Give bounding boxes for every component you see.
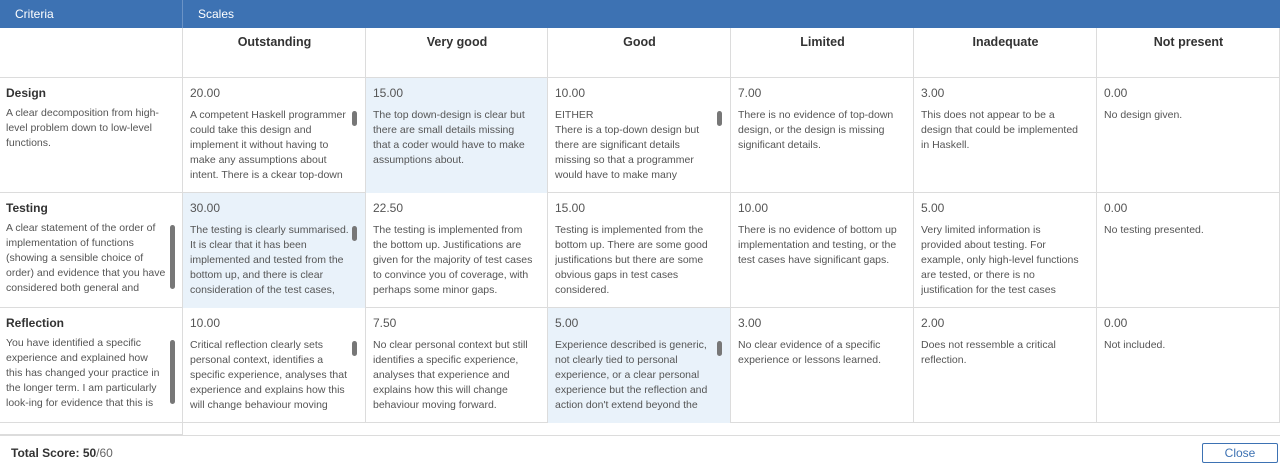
criterion-row-testing: Testing A clear statement of the order of… xyxy=(0,193,1280,308)
scale-outstanding: Outstanding xyxy=(237,35,312,49)
rating-score: 5.00 xyxy=(921,201,945,215)
rating-description: No design given. xyxy=(1104,109,1183,121)
total-score-value: 50 xyxy=(82,446,97,460)
rating-cell-not-present[interactable]: 0.00 Not included. xyxy=(1097,308,1279,423)
scale-inadequate: Inadequate xyxy=(972,35,1039,49)
rating-description: No testing presented. xyxy=(1104,224,1204,236)
rating-cell-not-present[interactable]: 0.00 No design given. xyxy=(1097,78,1279,193)
cell-scrollbar[interactable] xyxy=(352,226,357,241)
rating-description: There is no evidence of top-down design,… xyxy=(738,109,894,151)
rating-cell-limited[interactable]: 7.00 There is no evidence of top-down des… xyxy=(731,78,913,193)
rating-cell-limited[interactable]: 3.00 No clear evidence of a specific expe… xyxy=(731,308,913,423)
rating-description: No clear evidence of a specific experien… xyxy=(738,339,882,366)
rating-score: 0.00 xyxy=(1104,86,1128,100)
header-divider xyxy=(182,0,183,28)
cell-scrollbar[interactable] xyxy=(717,341,722,356)
criterion-scrollbar[interactable] xyxy=(170,225,175,289)
rating-description: Not included. xyxy=(1104,339,1166,351)
scale-limited: Limited xyxy=(800,35,845,49)
scale-very-good: Very good xyxy=(426,35,488,49)
rating-score: 22.50 xyxy=(373,201,404,215)
rating-score: 5.00 xyxy=(555,316,579,330)
criterion-title: Testing xyxy=(6,201,48,215)
rating-score: 3.00 xyxy=(738,316,762,330)
rating-cell-inadequate[interactable]: 2.00 Does not ressemble a critical reflec… xyxy=(914,308,1096,423)
rating-score: 3.00 xyxy=(921,86,945,100)
rating-description: The top down-design is clear but there a… xyxy=(373,109,525,166)
rating-description: Critical reflection clearly sets persona… xyxy=(190,339,348,411)
criterion-description: A clear statement of the order of implem… xyxy=(6,222,166,294)
criterion-design: Design A clear decomposition from high-le… xyxy=(0,78,182,193)
rating-description: A competent Haskell programmer could tak… xyxy=(190,109,346,181)
criteria-header: Criteria xyxy=(15,7,54,21)
rating-score: 2.00 xyxy=(921,316,945,330)
rating-score: 7.00 xyxy=(738,86,762,100)
rating-description: EITHER There is a top-down design but th… xyxy=(555,109,700,181)
rating-description: Does not ressemble a critical reflection… xyxy=(921,339,1056,366)
rating-score: 7.50 xyxy=(373,316,397,330)
scales-header: Scales xyxy=(198,7,235,21)
rating-score: 10.00 xyxy=(555,86,586,100)
rating-description: The testing is clearly summarised. It is… xyxy=(190,224,349,296)
rubric-header: Criteria Scales xyxy=(0,0,1280,28)
rating-cell-very-good[interactable]: 22.50 The testing is implemented from the… xyxy=(366,193,547,308)
rating-cell-outstanding[interactable]: 30.00 The testing is clearly summarised. … xyxy=(183,193,365,308)
grid-gutter xyxy=(0,423,182,435)
rating-cell-inadequate[interactable]: 5.00 Very limited information is provided… xyxy=(914,193,1096,308)
rating-cell-outstanding[interactable]: 10.00 Critical reflection clearly sets pe… xyxy=(183,308,365,423)
rating-cell-inadequate[interactable]: 3.00 This does not appear to be a design … xyxy=(914,78,1096,193)
close-button[interactable]: Close xyxy=(1202,443,1278,463)
criterion-row-design: Design A clear decomposition from high-le… xyxy=(0,78,1280,193)
scale-not-present: Not present xyxy=(1153,35,1224,49)
rating-score: 15.00 xyxy=(373,86,404,100)
rating-cell-not-present[interactable]: 0.00 No testing presented. xyxy=(1097,193,1279,308)
rating-description: There is no evidence of bottom up implem… xyxy=(738,224,897,266)
rating-score: 30.00 xyxy=(190,201,221,215)
scale-good: Good xyxy=(623,35,656,49)
rating-score: 10.00 xyxy=(190,316,221,330)
rating-cell-good[interactable]: 10.00 EITHER There is a top-down design b… xyxy=(548,78,730,193)
rating-cell-very-good[interactable]: 15.00 The top down-design is clear but th… xyxy=(366,78,547,193)
rating-score: 10.00 xyxy=(738,201,769,215)
criterion-scrollbar[interactable] xyxy=(170,340,175,404)
criterion-reflection: Reflection You have identified a specific… xyxy=(0,308,182,423)
cell-scrollbar[interactable] xyxy=(717,111,722,126)
criterion-title: Reflection xyxy=(6,316,65,330)
rating-cell-very-good[interactable]: 7.50 No clear personal context but still … xyxy=(366,308,547,423)
criterion-title: Design xyxy=(6,86,47,100)
rating-cell-good[interactable]: 15.00 Testing is implemented from the bot… xyxy=(548,193,730,308)
rating-score: 0.00 xyxy=(1104,201,1128,215)
cell-scrollbar[interactable] xyxy=(352,111,357,126)
rating-cell-good[interactable]: 5.00 Experience described is generic, not… xyxy=(548,308,730,423)
rating-score: 20.00 xyxy=(190,86,221,100)
criterion-description: You have identified a specific experienc… xyxy=(6,337,160,409)
criterion-description: A clear decomposition from high-level pr… xyxy=(6,107,159,149)
rating-score: 15.00 xyxy=(555,201,586,215)
scale-names-row: Outstanding Very good Good Limited Inadequat… xyxy=(0,28,1280,78)
cell-scrollbar[interactable] xyxy=(352,341,357,356)
rating-score: 0.00 xyxy=(1104,316,1128,330)
total-score: Total Score: 50/60 xyxy=(11,446,113,460)
rating-description: The testing is implemented from the bott… xyxy=(373,224,533,296)
rubric-footer: Total Score: 50/60 Close xyxy=(0,435,1280,464)
rating-cell-outstanding[interactable]: 20.00 A competent Haskell programmer coul… xyxy=(183,78,365,193)
rating-description: Experience described is generic, not cle… xyxy=(555,339,708,411)
rating-description: Very limited information is provided abo… xyxy=(921,224,1079,296)
criterion-testing: Testing A clear statement of the order of… xyxy=(0,193,182,308)
rating-description: No clear personal context but still iden… xyxy=(373,339,528,411)
criterion-row-reflection: Reflection You have identified a specific… xyxy=(0,308,1280,423)
rating-cell-limited[interactable]: 10.00 There is no evidence of bottom up i… xyxy=(731,193,913,308)
total-score-max: /60 xyxy=(96,446,113,460)
rating-description: This does not appear to be a design that… xyxy=(921,109,1079,151)
rating-description: Testing is implemented from the bottom u… xyxy=(555,224,708,296)
total-score-label: Total Score: xyxy=(11,446,80,460)
